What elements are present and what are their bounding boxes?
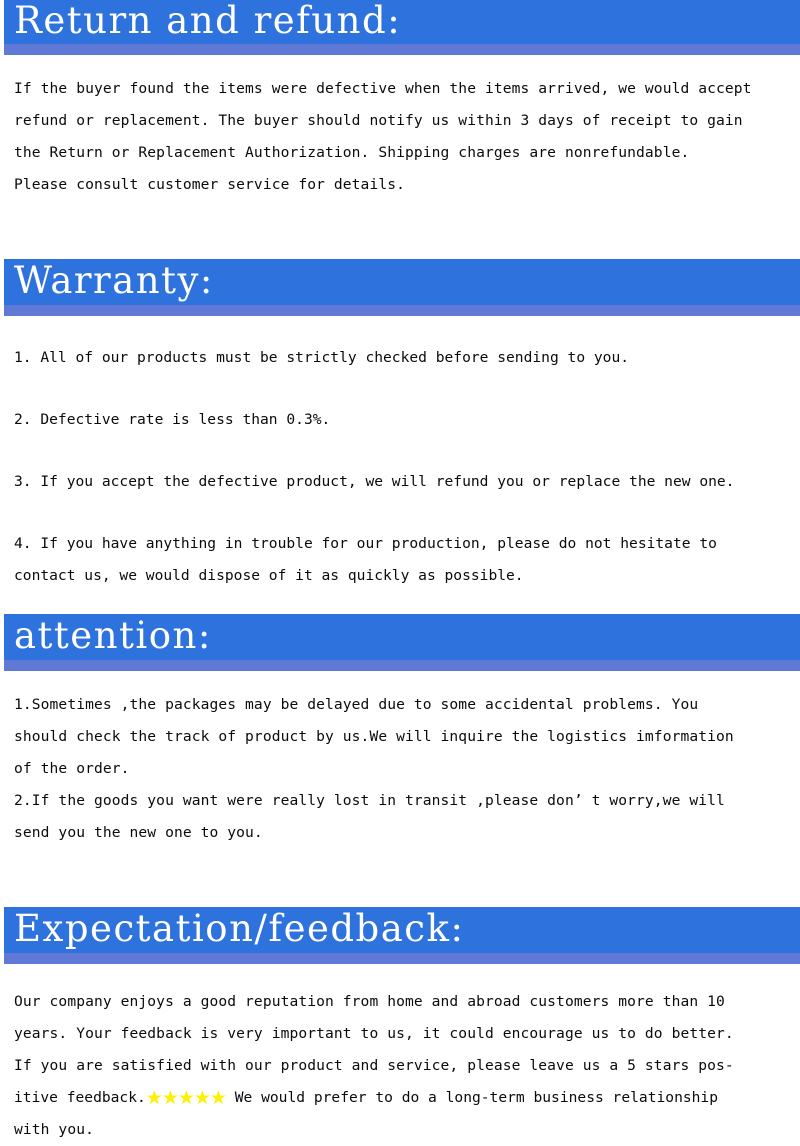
paragraph-line: 1.Sometimes ,the packages may be delayed…: [14, 696, 699, 713]
body-warranty: 1. All of our products must be strictly …: [0, 342, 800, 592]
warranty-item: 3. If you accept the defective product, …: [14, 473, 735, 490]
section-heading-warranty: Warranty:: [4, 259, 800, 316]
section-heading-expectation-feedback: Expectation/feedback:: [4, 907, 800, 964]
band-strip-expectation-feedback: [4, 953, 800, 964]
paragraph-line: should check the track of product by us.…: [14, 728, 734, 745]
band-strip-warranty: [4, 305, 800, 316]
body-attention: 1.Sometimes ,the packages may be delayed…: [0, 689, 800, 849]
band-inner-return-and-refund: Return and refund:: [4, 0, 800, 44]
paragraph-line: send you the new one to you.: [14, 824, 263, 841]
paragraph-line: with you.: [14, 1121, 94, 1138]
policy-page: Return and refund: If the buyer found th…: [0, 0, 800, 1138]
warranty-item: 2. Defective rate is less than 0.3%.: [14, 411, 331, 428]
body-return-and-refund: If the buyer found the items were defect…: [0, 73, 800, 201]
band-strip-attention: [4, 660, 800, 671]
body-expectation-feedback: Our company enjoys a good reputation fro…: [0, 986, 800, 1146]
paragraph-line: years. Your feedback is very important t…: [14, 1025, 734, 1042]
paragraph-line: If you are satisfied with our product an…: [14, 1057, 734, 1074]
paragraph-line: If the buyer found the items were defect…: [14, 80, 752, 97]
heading-title-return-and-refund: Return and refund:: [14, 0, 402, 42]
warranty-item-continuation: contact us, we would dispose of it as qu…: [14, 567, 524, 584]
band-inner-expectation-feedback: Expectation/feedback:: [4, 907, 800, 953]
heading-title-warranty: Warranty:: [14, 259, 214, 302]
paragraph-line: Please consult customer service for deta…: [14, 176, 405, 193]
paragraph-line: 2.If the goods you want were really lost…: [14, 792, 725, 809]
heading-title-expectation-feedback: Expectation/feedback:: [14, 907, 465, 950]
section-heading-attention: attention:: [4, 614, 800, 671]
feedback-text-prefix: itive feedback.: [14, 1089, 146, 1106]
warranty-item: 1. All of our products must be strictly …: [14, 349, 630, 366]
warranty-item: 4. If you have anything in trouble for o…: [14, 535, 717, 552]
paragraph-line: of the order.: [14, 760, 130, 777]
feedback-text-suffix: We would prefer to do a long-term busine…: [225, 1089, 718, 1106]
heading-title-attention: attention:: [14, 614, 212, 657]
band-inner-warranty: Warranty:: [4, 259, 800, 305]
band-strip-return-and-refund: [4, 44, 800, 55]
paragraph-line: refund or replacement. The buyer should …: [14, 112, 743, 129]
section-heading-return-and-refund: Return and refund:: [4, 0, 800, 55]
paragraph-line: the Return or Replacement Authorization.…: [14, 144, 690, 161]
paragraph-line: Our company enjoys a good reputation fro…: [14, 993, 725, 1010]
paragraph-line-with-rating: itive feedback.★★★★★ We would prefer to …: [14, 1087, 718, 1109]
band-inner-attention: attention:: [4, 614, 800, 660]
